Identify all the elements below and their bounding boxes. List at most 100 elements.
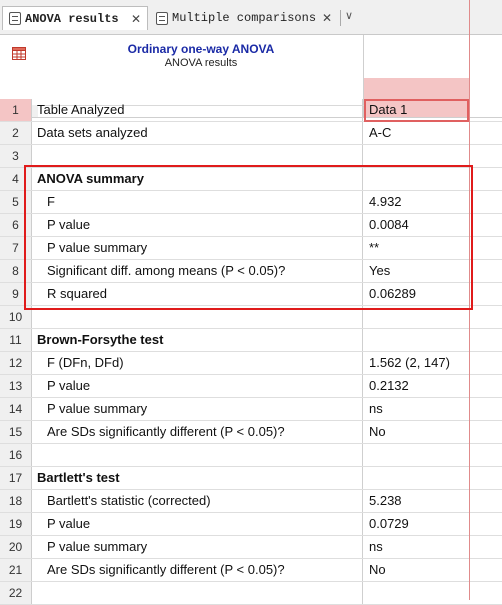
- tab-label: Multiple comparisons: [172, 11, 317, 25]
- row-label[interactable]: P value summary: [37, 536, 363, 558]
- row-value[interactable]: [364, 145, 469, 167]
- row-value[interactable]: [364, 329, 469, 351]
- table-row[interactable]: 20 P value summary ns: [0, 536, 502, 559]
- table-row[interactable]: 12 F (DFn, DFd) 1.562 (2, 147): [0, 352, 502, 375]
- row-value[interactable]: **: [364, 237, 469, 259]
- row-value[interactable]: A-C: [364, 122, 469, 144]
- section-heading[interactable]: ANOVA summary: [37, 168, 363, 190]
- row-number[interactable]: 11: [0, 329, 32, 351]
- table-row[interactable]: 11 Brown-Forsythe test: [0, 329, 502, 352]
- row-number[interactable]: 20: [0, 536, 32, 558]
- close-icon[interactable]: ✕: [322, 11, 332, 25]
- row-value[interactable]: 1.562 (2, 147): [364, 352, 469, 374]
- row-label[interactable]: [37, 145, 363, 167]
- row-value[interactable]: ns: [364, 536, 469, 558]
- row-value[interactable]: No: [364, 559, 469, 581]
- table-row[interactable]: 17 Bartlett's test: [0, 467, 502, 490]
- table-row[interactable]: 4 ANOVA summary: [0, 168, 502, 191]
- row-number[interactable]: 16: [0, 444, 32, 466]
- page-subtitle: ANOVA results: [164, 57, 238, 69]
- row-label[interactable]: P value: [37, 513, 363, 535]
- row-label[interactable]: P value summary: [37, 237, 363, 259]
- grid-table-icon[interactable]: [12, 47, 26, 60]
- row-value[interactable]: 0.0084: [364, 214, 469, 236]
- row-value[interactable]: [364, 467, 469, 489]
- table-row[interactable]: 5 F 4.932: [0, 191, 502, 214]
- page-title: Ordinary one-way ANOVA: [127, 42, 275, 56]
- row-value[interactable]: ns: [364, 398, 469, 420]
- table-row[interactable]: 9R squared 0.06289: [0, 283, 502, 306]
- row-number[interactable]: 17: [0, 467, 32, 489]
- row-number[interactable]: 4: [0, 168, 32, 190]
- table-row[interactable]: 21 Are SDs significantly different (P < 0…: [0, 559, 502, 582]
- row-number[interactable]: 13: [0, 375, 32, 397]
- table-row[interactable]: 14 P value summary ns: [0, 398, 502, 421]
- row-label[interactable]: Significant diff. among means (P < 0.05)…: [37, 260, 363, 282]
- row-number[interactable]: 19: [0, 513, 32, 535]
- table-row[interactable]: 7P value summary **: [0, 237, 502, 260]
- table-row[interactable]: 3: [0, 145, 502, 168]
- row-number[interactable]: 6: [0, 214, 32, 236]
- row-number[interactable]: 3: [0, 145, 32, 167]
- row-value[interactable]: 0.0729: [364, 513, 469, 535]
- row-label[interactable]: Table Analyzed: [37, 99, 363, 121]
- table-row[interactable]: 1 Table Analyzed Data 1: [0, 99, 502, 122]
- row-label[interactable]: [37, 306, 363, 328]
- table-row[interactable]: 18 Bartlett's statistic (corrected) 5.238: [0, 490, 502, 513]
- row-value[interactable]: Data 1: [364, 99, 469, 121]
- row-label[interactable]: P value summary: [37, 398, 363, 420]
- row-number[interactable]: 1: [0, 99, 32, 121]
- row-value[interactable]: Yes: [364, 260, 469, 282]
- column-boundary: [469, 0, 470, 600]
- row-label[interactable]: Data sets analyzed: [37, 122, 363, 144]
- row-value[interactable]: [364, 306, 469, 328]
- table-row[interactable]: 16: [0, 444, 502, 467]
- column-header-a[interactable]: [364, 78, 469, 99]
- table-row[interactable]: 6P value 0.0084: [0, 214, 502, 237]
- table-row[interactable]: 15 Are SDs significantly different (P < 0…: [0, 421, 502, 444]
- row-number[interactable]: 10: [0, 306, 32, 328]
- section-heading[interactable]: Bartlett's test: [37, 467, 363, 489]
- row-label[interactable]: Are SDs significantly different (P < 0.0…: [37, 421, 363, 443]
- row-label[interactable]: P value: [37, 375, 363, 397]
- table-row[interactable]: 19 P value 0.0729: [0, 513, 502, 536]
- row-number[interactable]: 9: [0, 283, 32, 305]
- row-value[interactable]: [364, 582, 469, 604]
- row-number[interactable]: 15: [0, 421, 32, 443]
- row-number[interactable]: 22: [0, 582, 32, 604]
- section-heading[interactable]: Brown-Forsythe test: [37, 329, 363, 351]
- row-value[interactable]: [364, 444, 469, 466]
- tab-multiple-comparisons[interactable]: Multiple comparisons ✕: [150, 6, 338, 30]
- tab-anova-results[interactable]: ANOVA results ✕: [2, 6, 148, 30]
- row-number[interactable]: 5: [0, 191, 32, 213]
- row-label[interactable]: [37, 444, 363, 466]
- row-value[interactable]: 5.238: [364, 490, 469, 512]
- row-value[interactable]: 0.2132: [364, 375, 469, 397]
- row-value[interactable]: 0.06289: [364, 283, 469, 305]
- tab-divider: [340, 10, 341, 26]
- row-number[interactable]: 7: [0, 237, 32, 259]
- table-row[interactable]: 10: [0, 306, 502, 329]
- table-row[interactable]: 22: [0, 582, 502, 605]
- row-value[interactable]: 4.932: [364, 191, 469, 213]
- chevron-down-icon[interactable]: ∨: [345, 9, 353, 22]
- table-row[interactable]: 13 P value 0.2132: [0, 375, 502, 398]
- row-value[interactable]: No: [364, 421, 469, 443]
- row-number[interactable]: 18: [0, 490, 32, 512]
- row-number[interactable]: 8: [0, 260, 32, 282]
- row-label[interactable]: F (DFn, DFd): [37, 352, 363, 374]
- row-number[interactable]: 12: [0, 352, 32, 374]
- table-row[interactable]: 2 Data sets analyzed A-C: [0, 122, 502, 145]
- row-label[interactable]: R squared: [37, 283, 363, 305]
- row-label[interactable]: Bartlett's statistic (corrected): [37, 490, 363, 512]
- row-number[interactable]: 14: [0, 398, 32, 420]
- row-label[interactable]: P value: [37, 214, 363, 236]
- row-label[interactable]: F: [37, 191, 363, 213]
- row-number[interactable]: 2: [0, 122, 32, 144]
- row-label[interactable]: [37, 582, 363, 604]
- close-icon[interactable]: ✕: [131, 12, 141, 26]
- table-row[interactable]: 8 Significant diff. among means (P < 0.05…: [0, 260, 502, 283]
- row-number[interactable]: 21: [0, 559, 32, 581]
- row-value[interactable]: [364, 168, 469, 190]
- row-label[interactable]: Are SDs significantly different (P < 0.0…: [37, 559, 363, 581]
